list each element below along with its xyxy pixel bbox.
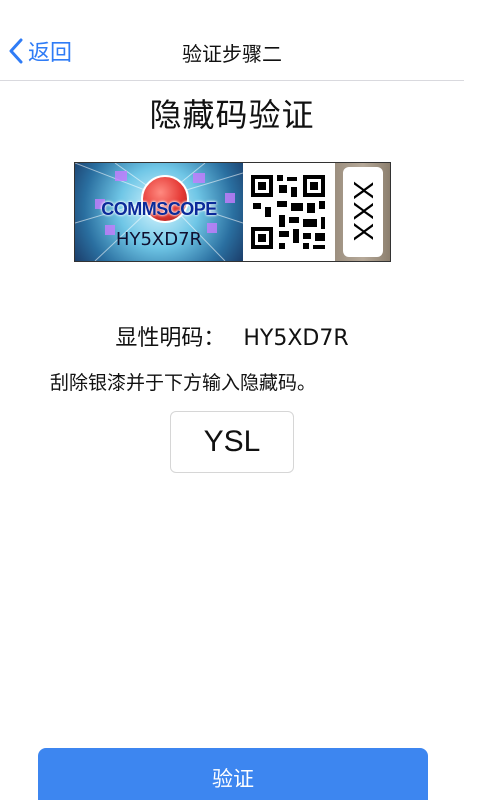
visible-code-label: 显性明码： — [115, 326, 226, 351]
verification-step-two-screen: 返回 验证步骤二 隐藏码验证 COMMSCOPE HY5XD7R XXX 显性明… — [0, 0, 480, 800]
scratch-text: XXX — [348, 180, 379, 244]
verify-button-label: 验证 — [212, 767, 254, 791]
hidden-code-input[interactable] — [170, 411, 294, 473]
qr-code — [243, 163, 335, 261]
navigation-bar: 返回 验证步骤二 — [0, 0, 464, 81]
visible-code-value: HY5XD7R — [243, 326, 349, 351]
brand-wordmark: COMMSCOPE — [101, 199, 217, 219]
product-label-image: COMMSCOPE HY5XD7R XXX — [74, 162, 391, 262]
page-title: 隐藏码验证 — [149, 96, 315, 134]
scratch-area: XXX — [335, 163, 390, 261]
instruction-text: 刮除银漆并于下方输入隐藏码。 — [50, 372, 317, 394]
verify-button[interactable]: 验证 — [38, 748, 428, 800]
scratch-ribbon: XXX — [343, 167, 383, 257]
brand-logo-panel: COMMSCOPE HY5XD7R — [75, 163, 243, 261]
nav-title: 验证步骤二 — [182, 42, 282, 66]
visible-code-row: 显性明码： HY5XD7R — [0, 320, 464, 352]
label-serial: HY5XD7R — [115, 229, 203, 250]
